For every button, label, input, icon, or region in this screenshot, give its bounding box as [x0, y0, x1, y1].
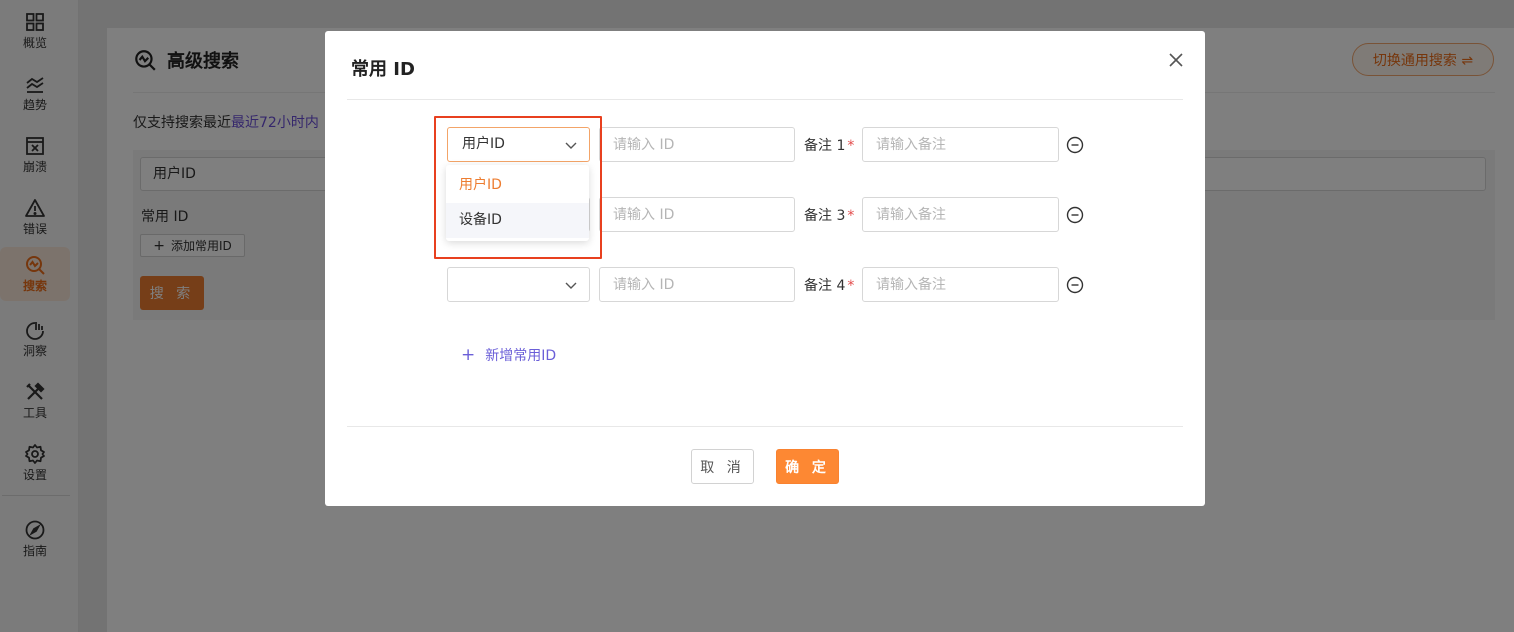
note-label-text: 备注 1 — [804, 138, 846, 154]
note-label: 备注 1 * — [804, 135, 854, 155]
required-mark: * — [847, 278, 855, 294]
modal-header-divider — [347, 99, 1183, 100]
add-common-id-label: 新增常用ID — [485, 348, 557, 364]
note-label-text: 备注 4 — [804, 278, 846, 294]
note-label-text: 备注 3 — [804, 208, 846, 224]
id-input[interactable] — [599, 267, 795, 302]
common-id-row: 备注 4* — [325, 267, 1205, 303]
remove-circle-icon[interactable] — [1066, 206, 1084, 224]
common-id-modal: 常用 ID 用户ID 备注 1* 备注 3* — [325, 31, 1205, 506]
cancel-button[interactable]: 取 消 — [691, 449, 754, 484]
note-input[interactable] — [862, 197, 1059, 232]
note-input[interactable] — [862, 127, 1059, 162]
highlight-annotation-box — [434, 116, 602, 259]
note-label: 备注 4 * — [804, 275, 854, 295]
id-input[interactable] — [599, 197, 795, 232]
add-common-id-link[interactable]: + 新增常用ID — [461, 345, 556, 365]
required-mark: * — [847, 208, 855, 224]
chevron-down-icon — [565, 282, 577, 289]
close-icon[interactable] — [1167, 51, 1185, 69]
plus-icon: + — [461, 345, 476, 365]
confirm-button[interactable]: 确 定 — [776, 449, 839, 484]
note-label: 备注 3 * — [804, 205, 854, 225]
remove-circle-icon[interactable] — [1066, 276, 1084, 294]
modal-title: 常用 ID — [351, 59, 415, 80]
id-input[interactable] — [599, 127, 795, 162]
id-type-select[interactable] — [447, 267, 590, 302]
modal-footer-divider — [347, 426, 1183, 427]
note-input[interactable] — [862, 267, 1059, 302]
required-mark: * — [847, 138, 855, 154]
remove-circle-icon[interactable] — [1066, 136, 1084, 154]
